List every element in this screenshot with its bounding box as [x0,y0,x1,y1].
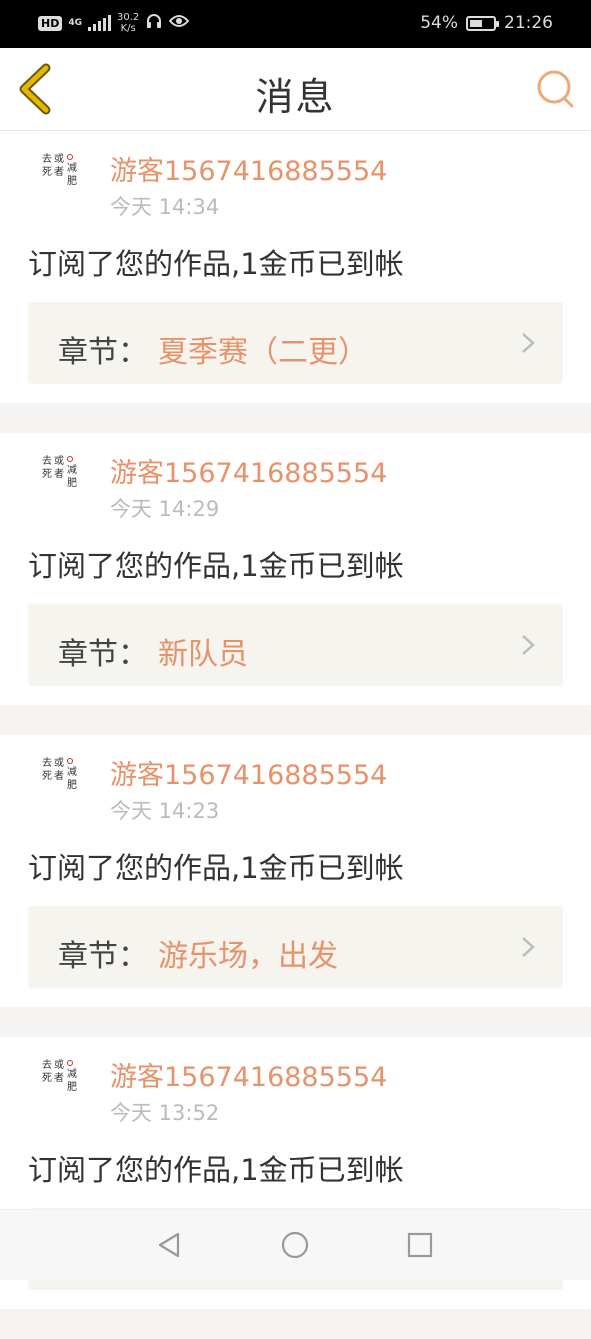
username[interactable]: 游客1567416885554 [110,753,387,792]
username[interactable]: 游客1567416885554 [110,451,387,490]
chapter-label: 章节： [58,939,148,974]
username[interactable]: 游客1567416885554 [110,1055,387,1094]
chapter-name: 夏季赛（二更） [158,335,368,370]
status-bar: HD 4G 30.2 K/s 54% 21:26 [0,0,591,48]
chevron-right-icon [522,635,535,655]
message-card: 减肥 或者去死 游客1567416885554 今天 14:23 订阅了您的作品… [0,735,591,1007]
avatar-text-1: 减肥 [67,465,77,489]
username[interactable]: 游客1567416885554 [110,149,387,188]
chapter-label: 章节： [58,335,148,370]
chapter-name: 新队员 [158,637,248,672]
network-speed-value: 30.2 [117,12,140,23]
search-button[interactable] [535,68,577,110]
chapter-name: 游乐场，出发 [158,939,338,974]
message-text: 订阅了您的作品,1金币已到帐 [28,549,404,583]
message-text: 订阅了您的作品,1金币已到帐 [28,851,404,885]
seal-dot [67,758,73,764]
chapter-link[interactable]: 章节： 游乐场，出发 [28,906,563,988]
network-speed-unit: K/s [120,23,136,34]
message-card: 减肥 或者去死 游客1567416885554 今天 14:29 订阅了您的作品… [0,433,591,705]
avatar[interactable]: 减肥 或者去死 [36,145,92,207]
battery-icon [466,15,499,31]
seal-dot [67,154,73,160]
eye-icon [168,13,190,33]
chevron-right-icon [522,937,535,957]
headset-icon [145,12,163,34]
avatar-text-2: 或者去死 [42,154,64,178]
signal-icon [88,15,111,31]
chevron-right-icon [522,333,535,353]
nav-recents-button[interactable] [405,1230,435,1260]
avatar[interactable]: 减肥 或者去死 [36,1051,92,1113]
timestamp: 今天 14:29 [110,497,220,521]
message-text: 订阅了您的作品,1金币已到帐 [28,247,404,281]
avatar-text-2: 或者去死 [42,1060,64,1084]
avatar-text-1: 减肥 [67,1069,77,1093]
timestamp: 今天 13:52 [110,1101,220,1125]
message-card: 减肥 或者去死 游客1567416885554 今天 14:34 订阅了您的作品… [0,131,591,403]
circle-home-icon [281,1231,309,1259]
avatar[interactable]: 减肥 或者去死 [36,749,92,811]
system-nav-bar [0,1209,591,1280]
nav-home-button[interactable] [280,1230,310,1260]
seal-dot [67,456,73,462]
seal-dot [67,1060,73,1066]
nav-back-button[interactable] [154,1230,184,1260]
hd-badge: HD [38,15,63,31]
avatar-text-1: 减肥 [67,767,77,791]
square-recents-icon [407,1232,433,1258]
message-text: 订阅了您的作品,1金币已到帐 [28,1153,404,1187]
app-header: 消息 [0,48,591,131]
page-title: 消息 [255,75,336,119]
search-icon [537,70,574,108]
avatar[interactable]: 减肥 或者去死 [36,447,92,509]
chapter-label: 章节： [58,637,148,672]
battery-percent: 54% [420,13,458,33]
timestamp: 今天 14:23 [110,799,220,823]
timestamp: 今天 14:34 [110,195,220,219]
triangle-back-icon [158,1232,180,1258]
clock: 21:26 [504,13,553,33]
network-type: 4G [68,18,82,28]
avatar-text-2: 或者去死 [42,758,64,782]
status-left: HD 4G 30.2 K/s [38,12,190,34]
chapter-link[interactable]: 章节： 夏季赛（二更） [28,302,563,384]
status-right: 54% 21:26 [420,13,553,33]
message-list[interactable]: 减肥 或者去死 游客1567416885554 今天 14:34 订阅了您的作品… [0,131,591,1339]
avatar-text-2: 或者去死 [42,456,64,480]
avatar-text-1: 减肥 [67,163,77,187]
chapter-link[interactable]: 章节： 新队员 [28,604,563,686]
network-speed: 30.2 K/s [117,12,139,34]
